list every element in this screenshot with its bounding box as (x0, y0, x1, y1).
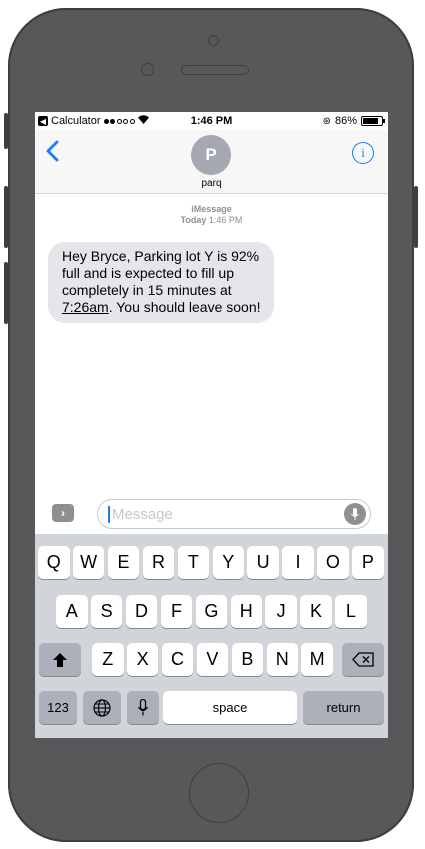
battery-percent: 86% (334, 115, 357, 127)
key-h[interactable]: H (230, 595, 262, 628)
power-button (414, 186, 418, 248)
message-placeholder: Message (112, 506, 173, 523)
key-n[interactable]: N (266, 643, 298, 676)
key-p[interactable]: P (352, 546, 384, 579)
key-e[interactable]: E (107, 546, 140, 579)
delete-icon[interactable] (342, 643, 384, 676)
date-label: Today (180, 215, 207, 225)
globe-icon[interactable] (83, 691, 121, 724)
status-bar-right: ⊛ 86% (322, 115, 385, 127)
date-time: 1:46 PM (208, 215, 243, 225)
message-input-bar: › Message (35, 496, 388, 534)
key-j[interactable]: J (265, 595, 297, 628)
key-w[interactable]: W (72, 546, 105, 579)
numbers-key[interactable]: 123 (39, 691, 77, 724)
key-v[interactable]: V (196, 643, 229, 676)
key-m[interactable]: M (301, 643, 333, 676)
message-text: Hey Bryce, Parking lot Y is 92% full and… (62, 248, 260, 298)
key-i[interactable]: I (282, 546, 314, 579)
space-key[interactable]: space (163, 691, 297, 724)
conversation-header: P parq i (35, 130, 388, 194)
key-b[interactable]: B (231, 643, 264, 676)
front-camera (141, 63, 154, 76)
shift-icon[interactable] (39, 643, 81, 676)
app-drawer-chevron-icon[interactable]: › (52, 504, 74, 522)
incoming-message-bubble[interactable]: Hey Bryce, Parking lot Y is 92% full and… (48, 242, 274, 323)
key-z[interactable]: Z (92, 643, 124, 676)
message-text-end: . You should leave soon! (108, 299, 261, 315)
keyboard: 123 space return QWERTYUIOP ASDFGHJKL ZXCV… (35, 534, 388, 738)
return-key[interactable]: return (303, 691, 384, 724)
thread-timestamp: iMessage Today 1:46 PM (35, 204, 388, 226)
proximity-sensor (208, 35, 219, 46)
orientation-lock-icon: ⊛ (322, 115, 331, 127)
status-bar: ◀ Calculator 1:46 PM ⊛ 86% (35, 112, 388, 130)
info-icon[interactable]: i (352, 142, 374, 164)
key-g[interactable]: G (195, 595, 228, 628)
key-o[interactable]: O (317, 546, 349, 579)
key-q[interactable]: Q (38, 546, 70, 579)
key-t[interactable]: T (177, 546, 210, 579)
contact-name[interactable]: parq (35, 178, 388, 189)
key-x[interactable]: X (126, 643, 159, 676)
text-caret (108, 506, 110, 523)
dictation-mic-icon[interactable] (344, 503, 366, 525)
service-label: iMessage (191, 204, 232, 214)
battery-icon (361, 116, 385, 126)
mute-switch (4, 113, 8, 149)
home-button[interactable] (189, 763, 249, 823)
contact-avatar[interactable]: P (191, 135, 231, 175)
key-u[interactable]: U (247, 546, 279, 579)
message-input[interactable]: Message (97, 499, 371, 529)
back-chevron-icon[interactable] (45, 140, 59, 166)
earpiece-speaker (181, 65, 249, 75)
message-time-link[interactable]: 7:26am (62, 299, 109, 315)
key-r[interactable]: R (142, 546, 175, 579)
key-f[interactable]: F (160, 595, 193, 628)
dictation-key-mic-icon[interactable] (127, 691, 159, 724)
key-s[interactable]: S (90, 595, 123, 628)
key-d[interactable]: D (125, 595, 158, 628)
key-l[interactable]: L (335, 595, 367, 628)
key-y[interactable]: Y (212, 546, 244, 579)
volume-up-button (4, 186, 8, 248)
phone-screen: ◀ Calculator 1:46 PM ⊛ 86% P parq i iMes… (35, 112, 388, 738)
key-a[interactable]: A (56, 595, 88, 628)
key-k[interactable]: K (300, 595, 332, 628)
key-c[interactable]: C (161, 643, 194, 676)
volume-down-button (4, 262, 8, 324)
